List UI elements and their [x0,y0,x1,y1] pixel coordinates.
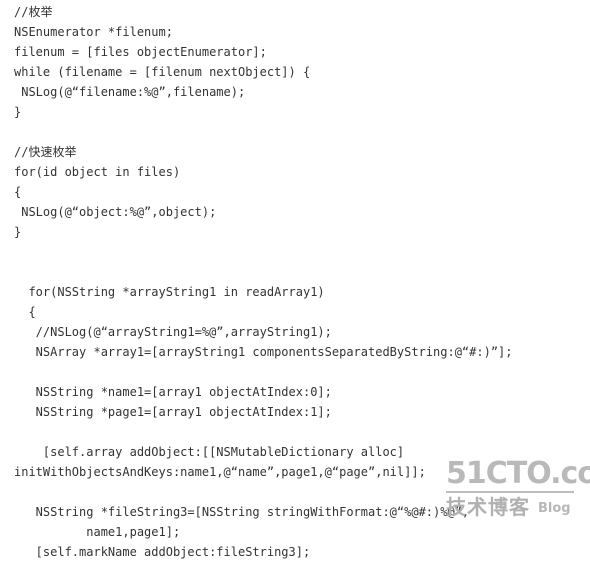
code-line: NSString *name1=[array1 objectAtIndex:0]… [14,385,332,399]
code-line: //枚举 [14,5,53,19]
code-line: NSArray *array1=[arrayString1 components… [14,345,513,359]
code-line: filenum = [files objectEnumerator]; [14,45,267,59]
code-line: for(NSString *arrayString1 in readArray1… [14,285,325,299]
code-line: for(id object in files) [14,165,181,179]
code-line: } [14,105,22,119]
code-viewer: //枚举 NSEnumerator *filenum; filenum = [fil… [0,0,590,559]
code-line: NSString *page1=[array1 objectAtIndex:1]… [14,405,332,419]
code-line: //快速枚举 [14,145,77,159]
code-line: name1,page1]; [14,525,181,539]
code-line: NSString *fileString3=[NSString stringWi… [14,505,470,519]
code-line: [self.markName addObject:fileString3]; [14,545,311,559]
code-line: } [14,225,22,239]
code-line: NSEnumerator *filenum; [14,25,173,39]
code-line: while (filename = [filenum nextObject]) … [14,65,311,79]
code-line: initWithObjectsAndKeys:name1,@“name”,pag… [14,465,426,479]
code-line: NSLog(@“filename:%@”,filename); [14,85,246,99]
code-line: NSLog(@“object:%@”,object); [14,205,217,219]
code-line: //NSLog(@“arrayString1=%@”,arrayString1)… [14,325,332,339]
code-line: [self.array addObject:[[NSMutableDiction… [14,445,405,459]
code-line: { [14,185,22,199]
code-line: { [14,305,36,319]
